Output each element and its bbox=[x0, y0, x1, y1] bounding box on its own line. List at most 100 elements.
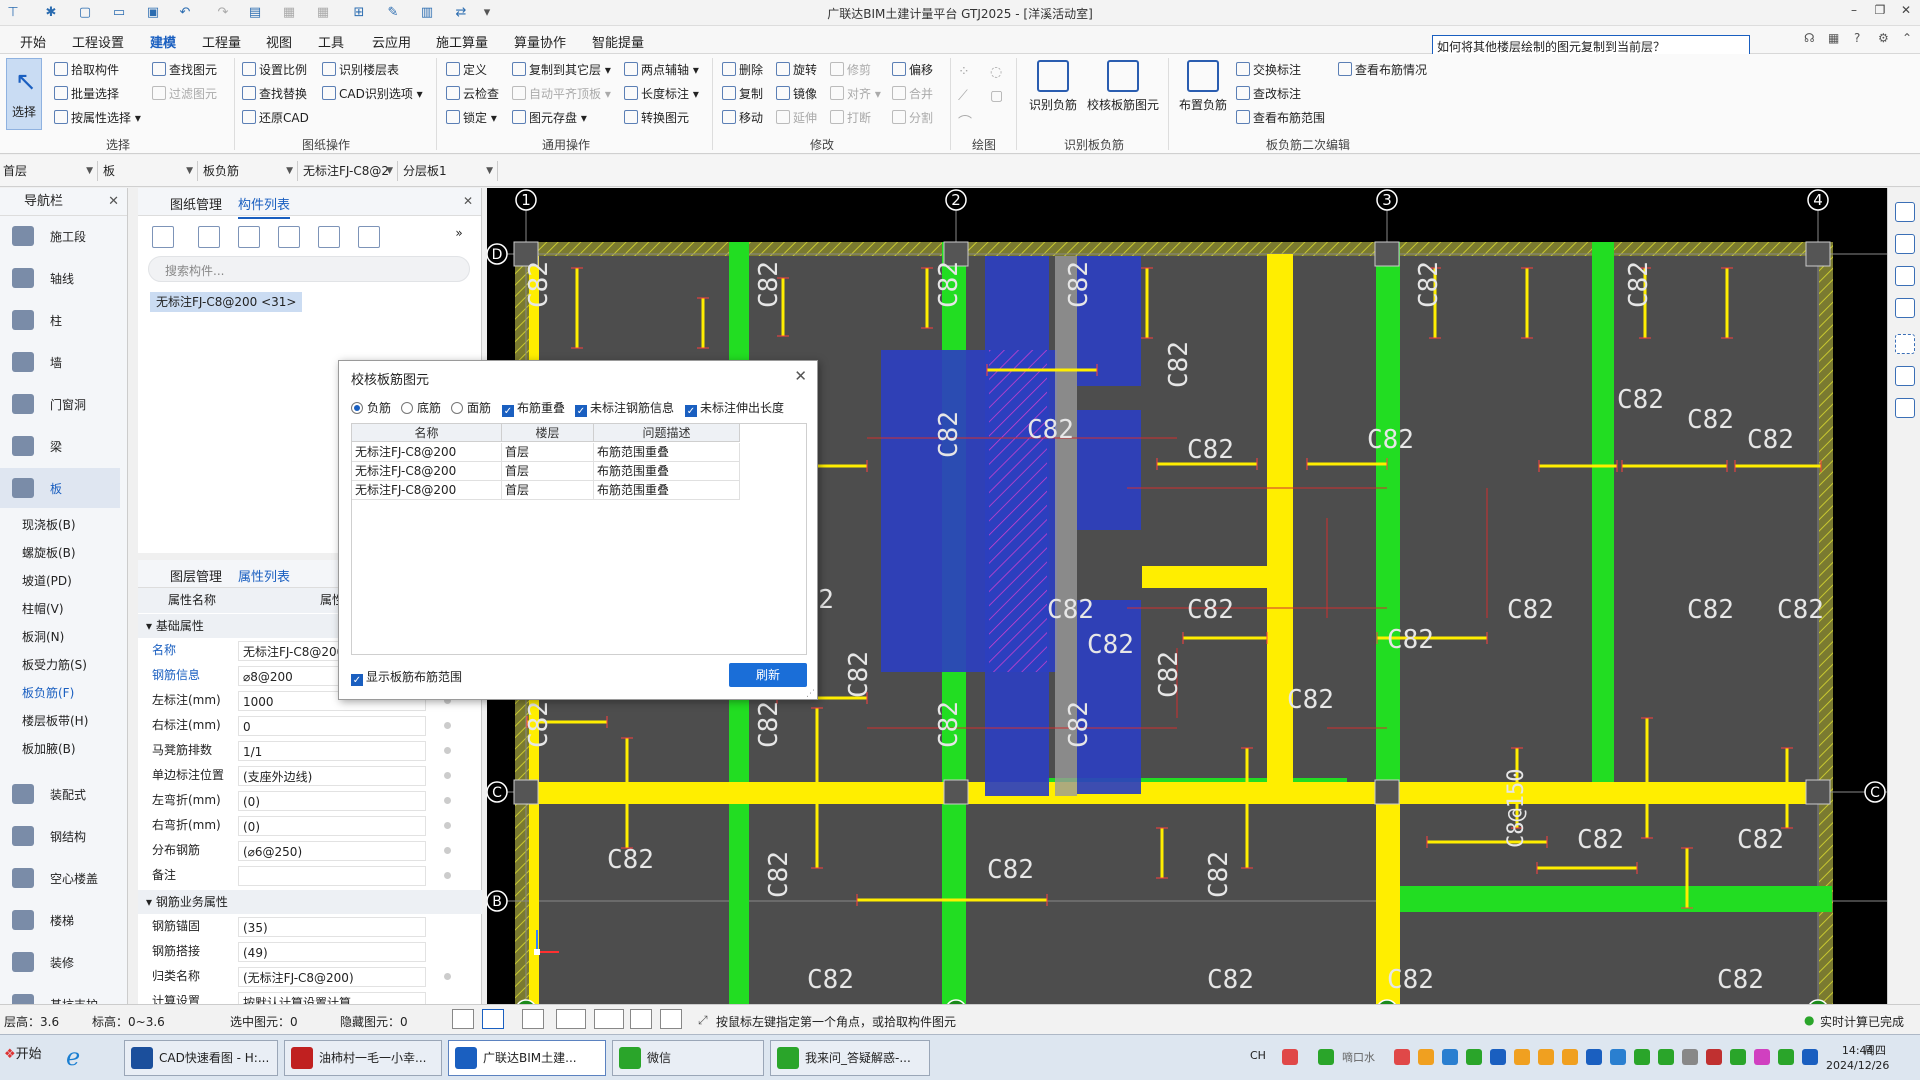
find-element-button[interactable]: 查找图元 bbox=[152, 60, 217, 80]
layer-dropdown[interactable]: 分层板1 ▼ bbox=[400, 161, 498, 181]
check-slab-rebar-button[interactable]: 校核板筋图元 bbox=[1084, 60, 1162, 113]
delete-button[interactable]: 删除 bbox=[722, 60, 763, 80]
tray-icon[interactable] bbox=[1754, 1049, 1770, 1065]
taskbar-app[interactable]: 微信 bbox=[612, 1040, 764, 1076]
copy-component-icon[interactable] bbox=[198, 226, 220, 248]
lock-dot-icon[interactable] bbox=[444, 847, 451, 854]
table-cell[interactable]: 首层 bbox=[502, 462, 594, 481]
lock-dot-icon[interactable] bbox=[444, 872, 451, 879]
nav-category[interactable]: 板 bbox=[0, 468, 120, 508]
refresh-button[interactable]: 刷新 bbox=[729, 663, 807, 687]
element-save-button[interactable]: 图元存盘 ▾ bbox=[512, 108, 587, 128]
dynamic-input-icon[interactable] bbox=[630, 1009, 652, 1029]
check-missing-rebar-info[interactable]: ✓ 未标注钢筋信息 bbox=[575, 399, 674, 417]
angle-toggle-icon[interactable] bbox=[556, 1009, 586, 1029]
cad-identify-options-button[interactable]: CAD识别选项 ▾ bbox=[322, 84, 423, 104]
settings-view-icon[interactable] bbox=[1895, 366, 1915, 386]
property-value-field[interactable]: (无标注FJ-C8@200) bbox=[238, 967, 426, 987]
lock-dot-icon[interactable] bbox=[444, 797, 451, 804]
lock-dot-icon[interactable] bbox=[444, 772, 451, 779]
start-button[interactable]: ❖开始 bbox=[4, 1043, 42, 1062]
nav-category[interactable]: 墙 bbox=[0, 342, 120, 382]
tray-icon[interactable] bbox=[1682, 1049, 1698, 1065]
tray-icon[interactable] bbox=[1634, 1049, 1650, 1065]
tray-icon[interactable] bbox=[1778, 1049, 1794, 1065]
fit-view-icon[interactable] bbox=[1895, 334, 1915, 354]
nav-sub-item[interactable]: 板负筋(F) bbox=[22, 684, 74, 701]
nav-category[interactable]: 钢结构 bbox=[0, 816, 120, 856]
copy-to-other-floor-button[interactable]: 复制到其它层 ▾ bbox=[512, 60, 611, 80]
tray-icon[interactable] bbox=[1514, 1049, 1530, 1065]
extend-button[interactable]: 延伸 bbox=[776, 108, 817, 128]
identify-negative-rebar-button[interactable]: 识别负筋 bbox=[1024, 60, 1082, 113]
lock-dot-icon[interactable] bbox=[444, 747, 451, 754]
export-component-icon[interactable] bbox=[358, 226, 380, 248]
snap-toggle-icon[interactable] bbox=[482, 1009, 504, 1029]
property-value-field[interactable] bbox=[238, 866, 426, 886]
point-draw-icon[interactable]: ⁘ bbox=[958, 64, 970, 80]
nav-category[interactable]: 柱 bbox=[0, 300, 120, 340]
nav-category[interactable]: 装修 bbox=[0, 942, 120, 982]
menu-modeling[interactable]: 建模 bbox=[150, 32, 177, 56]
rotate-button[interactable]: 旋转 bbox=[776, 60, 817, 80]
restore-icon[interactable]: ❐ bbox=[1870, 3, 1890, 21]
radio-top-rebar[interactable]: 面筋 bbox=[451, 399, 491, 416]
merge-button[interactable]: 合并 bbox=[892, 84, 933, 104]
view-rebar-status-button[interactable]: 查看布筋情况 bbox=[1338, 60, 1427, 80]
nav-sub-item[interactable]: 螺旋板(B) bbox=[22, 544, 76, 561]
select-button[interactable]: ↖ 选择 bbox=[6, 58, 42, 130]
layer-cube-icon[interactable] bbox=[1895, 298, 1915, 318]
tray-app-icon[interactable] bbox=[1318, 1049, 1334, 1065]
more-icon[interactable]: » bbox=[448, 226, 470, 248]
table-cell[interactable]: 无标注FJ-C8@200 bbox=[352, 481, 502, 500]
nav-sub-item[interactable]: 板加腋(B) bbox=[22, 740, 76, 757]
document-view-icon[interactable] bbox=[1895, 398, 1915, 418]
place-negative-rebar-button[interactable]: 布置负筋 bbox=[1176, 60, 1230, 113]
component-search-input[interactable]: 搜索构件... bbox=[148, 256, 470, 282]
offset-button[interactable]: 偏移 bbox=[892, 60, 933, 80]
property-value-field[interactable]: (0) bbox=[238, 791, 426, 811]
top-view-icon[interactable] bbox=[1895, 234, 1915, 254]
element-loop-icon[interactable] bbox=[660, 1009, 682, 1029]
component-list-item[interactable]: 无标注FJ-C8@200 <31> bbox=[150, 292, 303, 312]
mirror-button[interactable]: 镜像 bbox=[776, 84, 817, 104]
calendar-icon[interactable]: ▦ bbox=[1828, 31, 1839, 45]
taskbar-app[interactable]: 我来问_答疑解惑-... bbox=[770, 1040, 930, 1076]
convert-element-button[interactable]: 转换图元 bbox=[624, 108, 689, 128]
collapse-ribbon-icon[interactable]: ⌃ bbox=[1902, 31, 1912, 45]
table-cell[interactable]: 布筋范围重叠 bbox=[594, 443, 740, 462]
menu-smart-extract[interactable]: 智能提量 bbox=[592, 32, 644, 51]
menu-project-settings[interactable]: 工程设置 bbox=[72, 32, 124, 51]
tray-icon[interactable] bbox=[1730, 1049, 1746, 1065]
clock[interactable]: 14:44 周四 2024/12/26 bbox=[1826, 1043, 1889, 1073]
nav-category[interactable]: 装配式 bbox=[0, 774, 120, 814]
table-cell[interactable]: 首层 bbox=[502, 481, 594, 500]
radio-negative-rebar[interactable]: 负筋 bbox=[351, 399, 391, 416]
tray-icon[interactable] bbox=[1442, 1049, 1458, 1065]
check-rebar-overlap[interactable]: ✓ 布筋重叠 bbox=[502, 399, 565, 417]
nav-sub-item[interactable]: 坡道(PD) bbox=[22, 572, 72, 589]
tray-icon[interactable] bbox=[1610, 1049, 1626, 1065]
table-cell[interactable]: 布筋范围重叠 bbox=[594, 481, 740, 500]
menu-cloud[interactable]: 云应用 bbox=[372, 32, 411, 51]
category-dropdown[interactable]: 板 ▼ bbox=[100, 161, 198, 181]
set-scale-button[interactable]: 设置比例 bbox=[242, 60, 307, 80]
3d-view-icon[interactable] bbox=[1895, 202, 1915, 222]
nav-sub-item[interactable]: 板洞(N) bbox=[22, 628, 64, 645]
property-value-field[interactable]: (49) bbox=[238, 942, 426, 962]
swap-annotation-button[interactable]: 交换标注 bbox=[1236, 60, 1301, 80]
view-rebar-range-button[interactable]: 查看布筋范围 bbox=[1236, 108, 1325, 128]
sogou-input-icon[interactable] bbox=[1282, 1049, 1298, 1065]
tab-drawing-management[interactable]: 图纸管理 bbox=[170, 194, 222, 213]
ortho-toggle-icon[interactable] bbox=[452, 1009, 474, 1029]
split-button[interactable]: 分割 bbox=[892, 108, 933, 128]
length-dimension-button[interactable]: 长度标注 ▾ bbox=[624, 84, 699, 104]
two-point-axis-button[interactable]: 两点辅轴 ▾ bbox=[624, 60, 699, 80]
dynamic-observe-icon[interactable] bbox=[1895, 266, 1915, 286]
nav-category[interactable]: 施工段 bbox=[0, 216, 120, 256]
component-dropdown[interactable]: 无标注FJ-C8@2 ▼ bbox=[300, 161, 398, 181]
nav-sub-item[interactable]: 板受力筋(S) bbox=[22, 656, 87, 673]
smart-draw-icon[interactable]: ◌ bbox=[990, 64, 1002, 80]
tab-layer-management[interactable]: 图层管理 bbox=[170, 566, 222, 585]
arc-draw-icon[interactable]: ⌒ bbox=[958, 112, 972, 132]
